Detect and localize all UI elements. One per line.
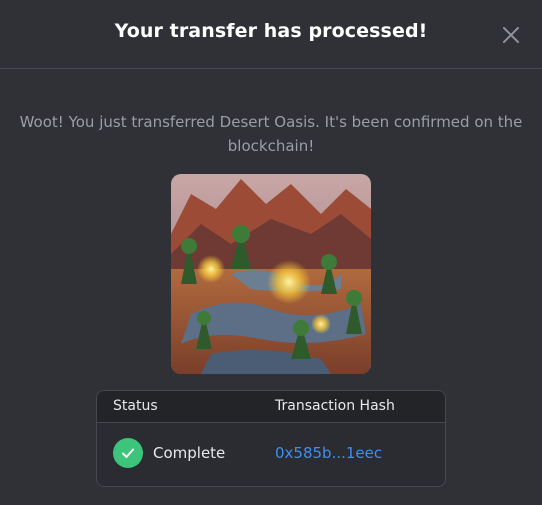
transfer-success-modal: Your transfer has processed! Woot! You j… [0,0,542,505]
close-icon[interactable] [502,26,520,44]
modal-title: Your transfer has processed! [114,20,428,42]
transaction-hash-link[interactable]: 0x585b...1eec [275,444,382,462]
confirmation-message: Woot! You just transferred Desert Oasis.… [19,113,523,155]
modal-header: Your transfer has processed! [0,0,542,69]
status-column-header: Status [113,398,158,414]
nft-image [171,174,371,374]
table-header: Status Transaction Hash [97,391,445,423]
table-row: Complete 0x585b...1eec [97,423,445,486]
hash-column-header: Transaction Hash [275,398,395,414]
check-circle-icon [113,438,143,468]
transaction-table: Status Transaction Hash Complete 0x585b.… [96,390,446,487]
status-value: Complete [153,444,226,462]
